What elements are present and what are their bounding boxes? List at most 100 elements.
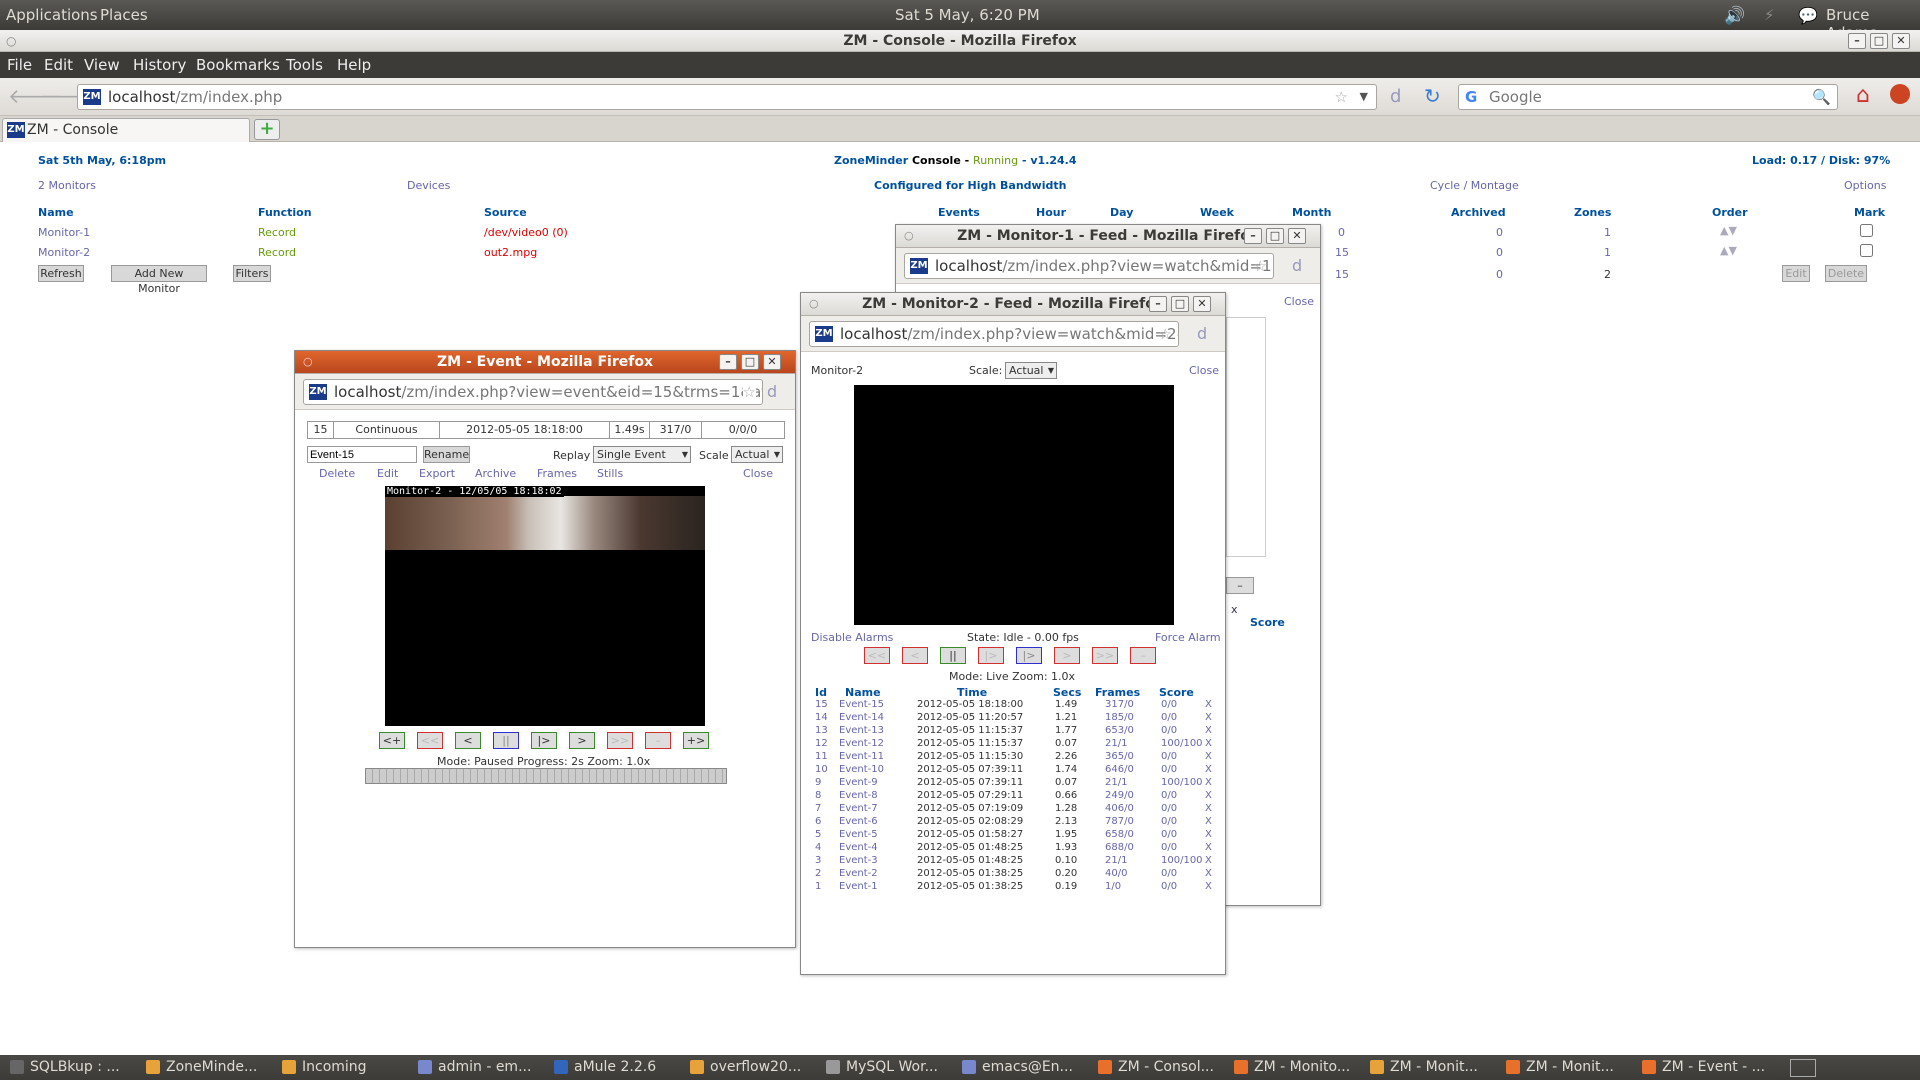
event-score-link[interactable]: 0/0: [1161, 803, 1177, 814]
delicious-icon[interactable]: d: [767, 382, 777, 401]
minimize-button[interactable]: –: [719, 354, 737, 370]
event-time-link[interactable]: 2012-05-05 11:15:37: [917, 725, 1023, 736]
frames-link[interactable]: Frames: [537, 467, 577, 480]
feed2-close-link[interactable]: Close: [1189, 364, 1219, 377]
bookmark-star-icon[interactable]: ☆: [742, 380, 756, 404]
minimize-button[interactable]: –: [1244, 228, 1262, 244]
taskbar-item[interactable]: ZM - Monito...: [1230, 1057, 1360, 1078]
fast-rewind-button[interactable]: <<: [417, 732, 443, 749]
delete-event-icon[interactable]: X: [1205, 712, 1212, 723]
event-frames-link[interactable]: 21/1: [1105, 855, 1127, 866]
minimize-button[interactable]: –: [1149, 296, 1167, 312]
event-score-link[interactable]: 100/100: [1161, 855, 1203, 866]
event-frames-link[interactable]: 21/1: [1105, 738, 1127, 749]
delete-event-icon[interactable]: X: [1205, 751, 1212, 762]
event-name-link[interactable]: Event-2: [839, 868, 878, 879]
taskbar-item[interactable]: aMule 2.2.6: [550, 1057, 680, 1078]
event-score-link[interactable]: 0/0: [1161, 712, 1177, 723]
event-time-link[interactable]: 2012-05-05 07:39:11: [917, 777, 1023, 788]
delete-event-icon[interactable]: X: [1205, 777, 1212, 788]
event-frames-link[interactable]: 406/0: [1105, 803, 1134, 814]
export-link[interactable]: Export: [419, 467, 455, 480]
delete-event-icon[interactable]: X: [1205, 816, 1212, 827]
event-frames-link[interactable]: 40/0: [1105, 868, 1127, 879]
event-score-link[interactable]: 100/100: [1161, 738, 1203, 749]
maximize-button[interactable]: □: [1171, 296, 1189, 312]
event-progress-bar[interactable]: [365, 768, 727, 784]
menu-bookmarks[interactable]: Bookmarks: [196, 56, 280, 74]
event-name-link[interactable]: Event-3: [839, 855, 878, 866]
event-name-link[interactable]: Event-12: [839, 738, 884, 749]
event-score-link[interactable]: 0/0: [1161, 751, 1177, 762]
menu-edit[interactable]: Edit: [44, 56, 73, 74]
window-menu-icon[interactable]: ○: [809, 293, 819, 315]
event-name-link[interactable]: Event-15: [839, 699, 884, 710]
event-name-link[interactable]: Event-1: [839, 881, 878, 892]
event-id-link[interactable]: 1: [815, 881, 821, 892]
order-arrows-icon[interactable]: ▲▼: [1720, 224, 1737, 237]
devices-link[interactable]: Devices: [407, 179, 450, 192]
play-button[interactable]: |>: [1016, 647, 1042, 664]
event-name-link[interactable]: Event-10: [839, 764, 884, 775]
delete-event-icon[interactable]: X: [1205, 725, 1212, 736]
event-secs-link[interactable]: 1.21: [1055, 712, 1077, 723]
feed2-url-bar[interactable]: ZM localhost/zm/index.php?view=watch&mid…: [809, 321, 1179, 347]
window-menu-icon[interactable]: ○: [6, 30, 16, 52]
archived-events-link[interactable]: 0: [1496, 226, 1503, 239]
tab-zm-console[interactable]: ZM ZM - Console: [2, 118, 250, 142]
delicious-icon[interactable]: d: [1292, 256, 1302, 275]
event-secs-link[interactable]: 1.93: [1055, 842, 1077, 853]
event-name-link[interactable]: Event-13: [839, 725, 884, 736]
taskbar-item[interactable]: ZoneMinde...: [142, 1057, 272, 1078]
delete-event-icon[interactable]: X: [1205, 842, 1212, 853]
next-event-button[interactable]: +>: [683, 732, 709, 749]
play-button[interactable]: |>: [531, 732, 557, 749]
places-menu[interactable]: Places: [100, 6, 148, 24]
pause-button[interactable]: ||: [940, 647, 966, 664]
feed1-close-link[interactable]: Close: [1284, 295, 1314, 308]
bookmark-star-icon[interactable]: ☆: [1335, 85, 1348, 109]
taskbar-item[interactable]: ZM - Monit...: [1502, 1057, 1632, 1078]
window-menu-icon[interactable]: ○: [904, 225, 914, 247]
bandwidth-link[interactable]: High Bandwidth: [968, 179, 1067, 192]
close-button[interactable]: ✕: [1193, 296, 1211, 312]
feed1-control-button[interactable]: –: [1226, 577, 1254, 594]
event-score-link[interactable]: 0/0: [1161, 881, 1177, 892]
event-name-link[interactable]: Event-9: [839, 777, 878, 788]
home-icon[interactable]: ⌂: [1856, 83, 1870, 108]
disable-alarms-link[interactable]: Disable Alarms: [811, 631, 893, 644]
delete-event-icon[interactable]: X: [1205, 855, 1212, 866]
taskbar-item[interactable]: ZM - Event - ...: [1638, 1057, 1768, 1078]
delete-event-icon[interactable]: X: [1205, 868, 1212, 879]
delete-button[interactable]: Delete: [1825, 265, 1867, 282]
event-frames-link[interactable]: 249/0: [1105, 790, 1134, 801]
monitor-source-link[interactable]: out2.mpg: [484, 246, 537, 259]
event-frames-link[interactable]: 21/1: [1105, 777, 1127, 788]
event-time-link[interactable]: 2012-05-05 02:08:29: [917, 816, 1023, 827]
event-secs-link[interactable]: 0.07: [1055, 777, 1077, 788]
event-time-link[interactable]: 2012-05-05 01:38:25: [917, 881, 1023, 892]
event-secs-link[interactable]: 2.13: [1055, 816, 1077, 827]
delete-event-icon[interactable]: X: [1205, 881, 1212, 892]
fast-rewind-button[interactable]: <<: [864, 647, 890, 664]
event-id-link[interactable]: 3: [815, 855, 821, 866]
event-id-link[interactable]: 13: [815, 725, 828, 736]
delete-event-icon[interactable]: X: [1205, 829, 1212, 840]
event-id-link[interactable]: 10: [815, 764, 828, 775]
event-score-link[interactable]: 0/0: [1161, 764, 1177, 775]
month-events-link[interactable]: 0: [1338, 226, 1345, 239]
pause-button[interactable]: ||: [493, 732, 519, 749]
event-name-link[interactable]: Event-6: [839, 816, 878, 827]
replay-select[interactable]: Single Event ▼: [593, 446, 691, 463]
event-score-link[interactable]: 0/0: [1161, 842, 1177, 853]
event-id-link[interactable]: 14: [815, 712, 828, 723]
menu-history[interactable]: History: [133, 56, 186, 74]
delete-event-icon[interactable]: X: [1205, 699, 1212, 710]
add-new-monitor-button[interactable]: Add New Monitor: [111, 265, 207, 295]
month-events-link[interactable]: 15: [1335, 246, 1349, 259]
taskbar-item[interactable]: ZM - Consol...: [1094, 1057, 1224, 1078]
google-icon[interactable]: G: [1465, 85, 1477, 109]
event-secs-link[interactable]: 2.26: [1055, 751, 1077, 762]
event-id-link[interactable]: 7: [815, 803, 821, 814]
event-id-link[interactable]: 15: [815, 699, 828, 710]
